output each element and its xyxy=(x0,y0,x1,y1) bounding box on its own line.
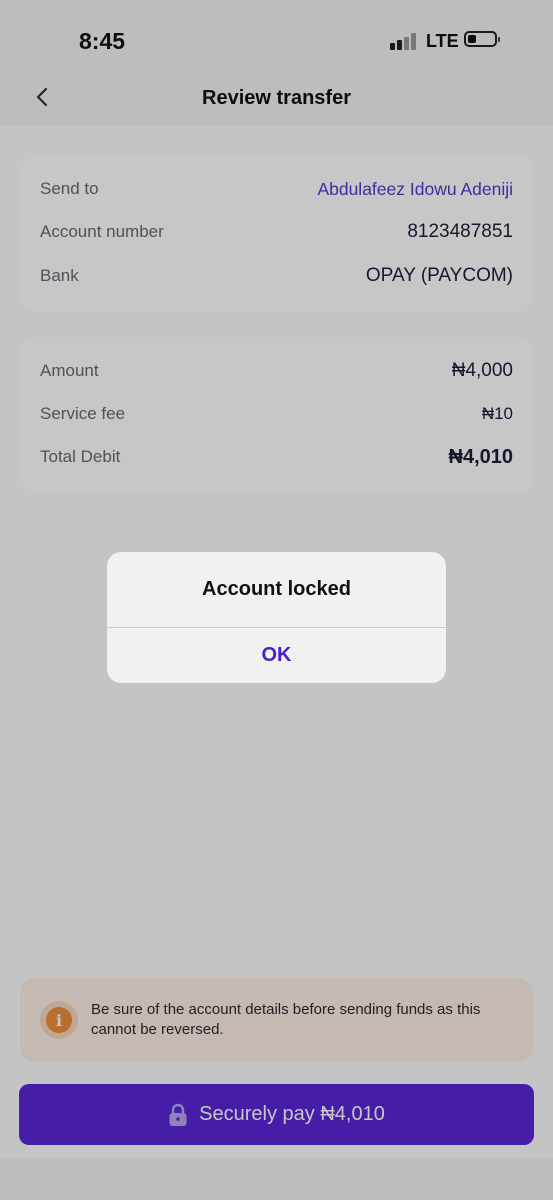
review-transfer-screen: 8:45 LTE Review transfer Send to Abdulaf… xyxy=(0,0,553,1200)
alert-title: Account locked xyxy=(202,578,351,600)
account-locked-alert: Account locked OK xyxy=(107,552,446,683)
alert-ok-button[interactable]: OK xyxy=(107,628,446,683)
